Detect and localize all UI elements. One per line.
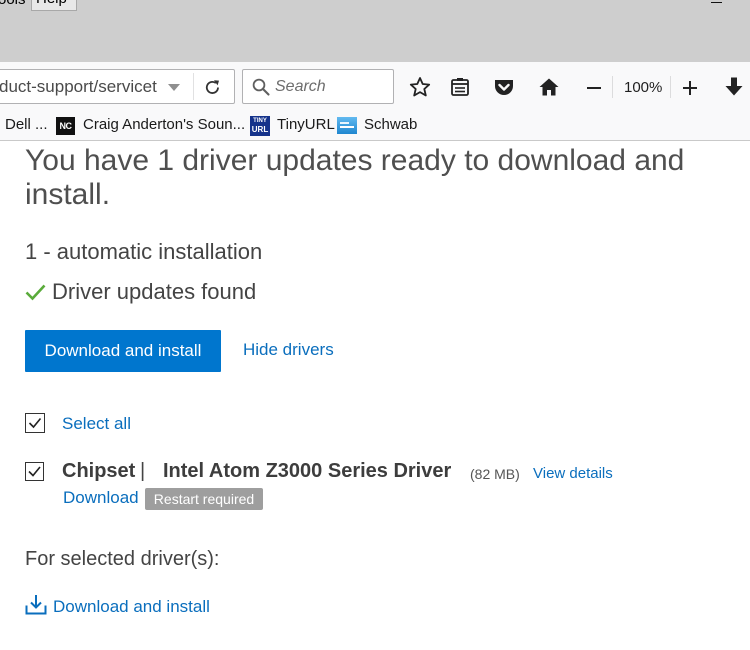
search-input[interactable] [275, 76, 387, 98]
status-text: Driver updates found [52, 279, 257, 304]
checkbox-check-icon [28, 466, 41, 477]
select-all-checkbox[interactable] [25, 413, 45, 433]
bookmark-craig-anderton[interactable]: Craig Anderton's Soun... [83, 116, 245, 134]
zoom-out-icon [587, 87, 601, 89]
minimize-button[interactable] [709, 0, 725, 8]
menu-help[interactable]: Help [31, 0, 77, 11]
restart-required-badge: Restart required [145, 488, 263, 510]
driver-size: (82 MB) [470, 466, 520, 482]
menu-tools[interactable]: ools [0, 0, 26, 9]
nc-favicon-text: NC [59, 121, 73, 131]
driver-separator: | [140, 460, 146, 482]
nc-favicon[interactable]: NC [56, 117, 75, 135]
checkmark-icon [25, 283, 46, 301]
bookmark-dell[interactable]: Dell ... [5, 116, 48, 134]
tinyurl-favicon[interactable]: TINY URL [250, 116, 270, 136]
url-bar-divider [193, 73, 194, 100]
bookmark-star-icon[interactable] [409, 76, 431, 98]
driver-category: Chipset [62, 460, 136, 482]
hide-drivers-link[interactable]: Hide drivers [243, 340, 334, 360]
schwab-favicon[interactable] [337, 117, 357, 134]
selected-download-and-install-link[interactable]: Download and install [53, 597, 210, 617]
zoom-divider-right [670, 76, 671, 98]
zoom-reset-button[interactable]: 100% [624, 79, 662, 97]
title-bar [0, 0, 750, 62]
download-tray-icon[interactable] [25, 594, 47, 615]
tinyurl-favicon-bottom-text: URL [251, 125, 269, 134]
downloads-icon[interactable] [724, 76, 744, 98]
library-icon[interactable] [449, 76, 471, 98]
select-all-link[interactable]: Select all [62, 414, 131, 434]
menu-help-label: Help [36, 0, 67, 8]
page-title: You have 1 driver updates ready to downl… [25, 144, 685, 211]
minimize-icon [711, 2, 722, 3]
zoom-divider-left [612, 76, 613, 98]
driver-checkbox[interactable] [25, 462, 44, 481]
home-icon[interactable] [538, 76, 560, 98]
driver-download-link[interactable]: Download [63, 488, 139, 508]
view-details-link[interactable]: View details [533, 465, 613, 482]
zoom-in-button[interactable] [679, 77, 701, 99]
url-input[interactable] [0, 76, 162, 98]
checkbox-check-icon [28, 417, 42, 429]
reload-icon[interactable] [204, 79, 221, 96]
driver-name: Intel Atom Z3000 Series Driver [163, 460, 452, 482]
history-dropdown-icon[interactable] [168, 84, 180, 91]
install-mode-label: 1 - automatic installation [25, 239, 263, 264]
tinyurl-favicon-top-text: TINY [253, 118, 267, 124]
download-and-install-button[interactable]: Download and install [25, 330, 221, 372]
zoom-out-button[interactable] [583, 79, 605, 97]
pocket-icon[interactable] [493, 76, 515, 98]
zoom-in-icon [679, 77, 701, 99]
search-icon [252, 78, 270, 96]
bookmark-schwab[interactable]: Schwab [364, 116, 417, 134]
selected-drivers-label: For selected driver(s): [25, 548, 220, 570]
bookmark-tinyurl[interactable]: TinyURL [277, 116, 335, 134]
